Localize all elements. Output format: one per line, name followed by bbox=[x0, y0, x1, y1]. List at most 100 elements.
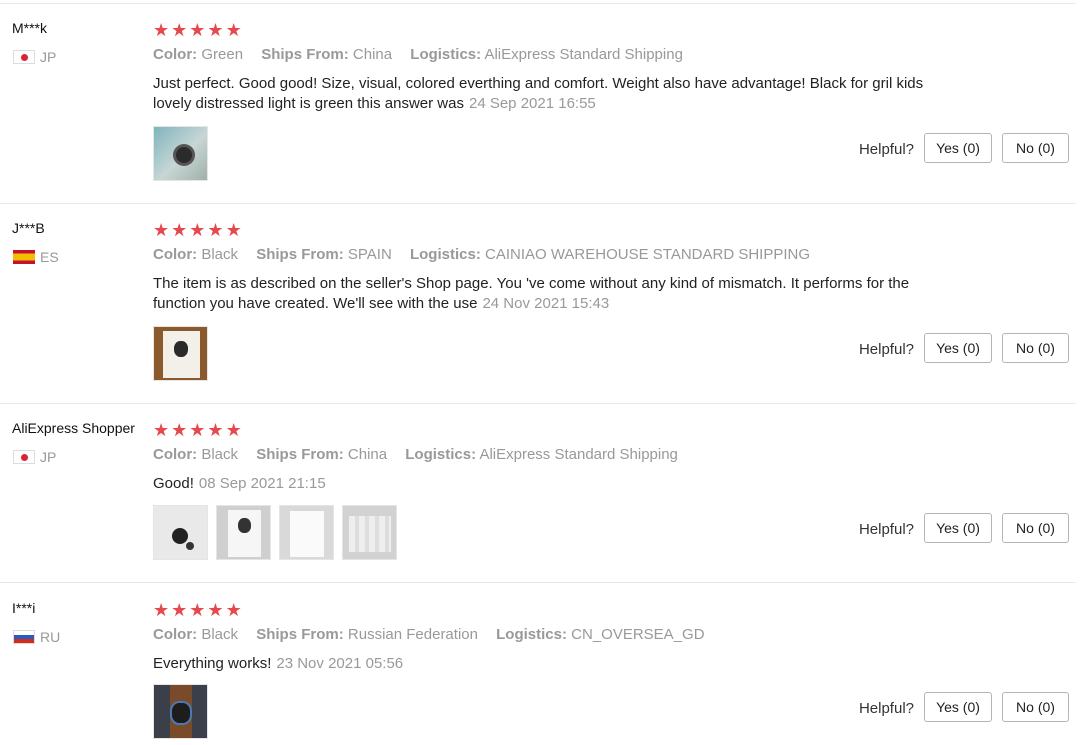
reviewer-country: RU bbox=[13, 629, 60, 645]
reviewer-name: M***k bbox=[12, 20, 48, 36]
country-code: JP bbox=[40, 449, 57, 465]
star-icon: ★ bbox=[207, 220, 224, 240]
photo-thumbnails bbox=[153, 126, 208, 181]
review-body: Good! bbox=[153, 475, 194, 492]
star-rating: ★ ★ ★ ★ ★ bbox=[153, 421, 242, 439]
logistics-value: AliExpress Standard Shipping bbox=[479, 446, 678, 463]
country-code: JP bbox=[40, 49, 57, 65]
helpful-no-button[interactable]: No (0) bbox=[1002, 513, 1069, 543]
star-icon: ★ bbox=[207, 420, 224, 440]
reviewer-country: JP bbox=[13, 49, 56, 65]
ships-from-label: Ships From: bbox=[256, 246, 344, 263]
ships-from-label: Ships From: bbox=[256, 626, 344, 643]
ships-from-value: SPAIN bbox=[347, 246, 392, 263]
review-date: 23 Nov 2021 05:56 bbox=[276, 655, 404, 672]
color-value: Black bbox=[201, 446, 239, 463]
review-divider bbox=[0, 582, 1076, 583]
helpful-no-button[interactable]: No (0) bbox=[1002, 692, 1069, 722]
logistics-value: CAINIAO WAREHOUSE STANDARD SHIPPING bbox=[484, 246, 811, 263]
helpful-label: Helpful? bbox=[858, 341, 914, 358]
review-photo-thumbnail[interactable] bbox=[153, 684, 208, 739]
star-icon: ★ bbox=[207, 20, 224, 40]
star-icon: ★ bbox=[189, 220, 206, 240]
top-divider bbox=[0, 3, 1076, 4]
star-icon: ★ bbox=[171, 220, 188, 240]
helpful-yes-button[interactable]: Yes (0) bbox=[924, 133, 992, 163]
reviewer-country: ES bbox=[13, 249, 59, 265]
star-icon: ★ bbox=[171, 20, 188, 40]
star-icon: ★ bbox=[225, 20, 242, 40]
japan-flag-icon bbox=[13, 450, 35, 464]
order-info: Color: Black Ships From: China Logistics… bbox=[153, 446, 678, 463]
color-label: Color: bbox=[153, 246, 198, 263]
color-value: Black bbox=[201, 626, 239, 643]
star-icon: ★ bbox=[207, 600, 224, 620]
star-icon: ★ bbox=[153, 20, 170, 40]
review-divider bbox=[0, 403, 1076, 404]
review-date: 08 Sep 2021 21:15 bbox=[198, 475, 326, 492]
ships-from-value: China bbox=[347, 446, 388, 463]
helpful-label: Helpful? bbox=[858, 521, 914, 538]
review-photo-thumbnail[interactable] bbox=[153, 505, 208, 560]
photo-thumbnails bbox=[153, 505, 397, 560]
logistics-label: Logistics: bbox=[410, 46, 482, 63]
ships-from-label: Ships From: bbox=[261, 46, 349, 63]
review-date: 24 Sep 2021 16:55 bbox=[468, 95, 596, 112]
helpful-yes-button[interactable]: Yes (0) bbox=[924, 333, 992, 363]
star-rating: ★ ★ ★ ★ ★ bbox=[153, 221, 242, 239]
country-code: RU bbox=[40, 629, 61, 645]
order-info: Color: Black Ships From: SPAIN Logistics… bbox=[153, 246, 810, 263]
star-rating: ★ ★ ★ ★ ★ bbox=[153, 21, 242, 39]
order-info: Color: Green Ships From: China Logistics… bbox=[153, 46, 683, 63]
review-text: Just perfect. Good good! Size, visual, c… bbox=[153, 74, 943, 114]
ships-from-value: China bbox=[352, 46, 393, 63]
star-icon: ★ bbox=[225, 600, 242, 620]
ships-from-label: Ships From: bbox=[256, 446, 344, 463]
helpful-label: Helpful? bbox=[858, 700, 914, 717]
logistics-label: Logistics: bbox=[496, 626, 567, 643]
logistics-value: AliExpress Standard Shipping bbox=[484, 46, 683, 63]
russia-flag-icon bbox=[13, 630, 35, 644]
star-icon: ★ bbox=[189, 420, 206, 440]
star-icon: ★ bbox=[189, 20, 206, 40]
photo-thumbnails bbox=[153, 684, 208, 739]
color-label: Color: bbox=[153, 446, 198, 463]
star-icon: ★ bbox=[153, 420, 170, 440]
helpful-label: Helpful? bbox=[858, 141, 914, 158]
reviewer-country: JP bbox=[13, 449, 56, 465]
reviewer-name: AliExpress Shopper bbox=[12, 420, 135, 436]
star-icon: ★ bbox=[225, 420, 242, 440]
star-icon: ★ bbox=[171, 420, 188, 440]
star-icon: ★ bbox=[153, 220, 170, 240]
review-text: The item is as described on the seller's… bbox=[153, 274, 943, 314]
review-photo-thumbnail[interactable] bbox=[216, 505, 271, 560]
ships-from-value: Russian Federation bbox=[347, 626, 478, 643]
review-body: Everything works! bbox=[153, 655, 272, 672]
logistics-label: Logistics: bbox=[405, 446, 477, 463]
star-icon: ★ bbox=[153, 600, 170, 620]
review-photo-thumbnail[interactable] bbox=[279, 505, 334, 560]
review-photo-thumbnail[interactable] bbox=[153, 326, 208, 381]
star-icon: ★ bbox=[171, 600, 188, 620]
helpful-yes-button[interactable]: Yes (0) bbox=[924, 513, 992, 543]
color-value: Black bbox=[201, 246, 239, 263]
helpful-yes-button[interactable]: Yes (0) bbox=[924, 692, 992, 722]
star-icon: ★ bbox=[225, 220, 242, 240]
color-value: Green bbox=[201, 46, 244, 63]
review-date: 24 Nov 2021 15:43 bbox=[482, 295, 610, 312]
helpful-no-button[interactable]: No (0) bbox=[1002, 333, 1069, 363]
helpful-no-button[interactable]: No (0) bbox=[1002, 133, 1069, 163]
photo-thumbnails bbox=[153, 326, 208, 381]
country-code: ES bbox=[40, 249, 59, 265]
spain-flag-icon bbox=[13, 250, 35, 264]
review-photo-thumbnail[interactable] bbox=[342, 505, 397, 560]
review-photo-thumbnail[interactable] bbox=[153, 126, 208, 181]
color-label: Color: bbox=[153, 626, 198, 643]
color-label: Color: bbox=[153, 46, 198, 63]
review-text: Good! 08 Sep 2021 21:15 bbox=[153, 474, 943, 494]
reviewer-name: I***i bbox=[12, 600, 36, 616]
review-text: Everything works! 23 Nov 2021 05:56 bbox=[153, 654, 943, 674]
star-icon: ★ bbox=[189, 600, 206, 620]
logistics-value: CN_OVERSEA_GD bbox=[571, 626, 705, 643]
review-divider bbox=[0, 203, 1076, 204]
